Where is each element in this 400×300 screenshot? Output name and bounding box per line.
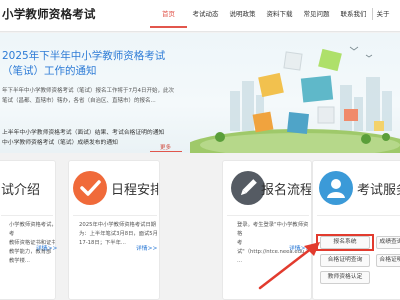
- score-query-button[interactable]: 成绩查询: [376, 236, 400, 249]
- card-schedule[interactable]: 日程安排 2025年中小学教师资格考试日期 为：上半年笔试3月8日，面试5月 1…: [68, 160, 160, 300]
- news-headline[interactable]: 2025年下半年中小学教师资格考试（笔试）工作的通知: [2, 49, 182, 79]
- card-divider: [73, 215, 157, 216]
- red-arrow-icon: [258, 242, 320, 290]
- more-link[interactable]: 更多: [160, 143, 171, 151]
- nav-contact[interactable]: 联系我们: [335, 0, 372, 28]
- nav-home[interactable]: 首页: [150, 0, 187, 28]
- news-panel: 2025年下半年中小学教师资格考试（笔试）工作的通知 年下半年中小学教师资格考试…: [0, 33, 182, 153]
- news-summary: 年下半年中小学教师资格考试（笔试）报名工作将于7月4日开始，此次笔试（昌都、直辖…: [2, 88, 175, 104]
- card-divider: [317, 215, 400, 216]
- card-title: 试介绍: [1, 183, 41, 198]
- person-icon: [319, 171, 353, 205]
- card-title: 日程安排: [111, 183, 160, 198]
- site-title[interactable]: 小学教师资格考试: [2, 6, 96, 22]
- site-header: 小学教师资格考试 首页 考试动态 说明政策 资料下载 常见问题 联系我们 关于: [0, 0, 400, 32]
- city-illustration: [190, 46, 400, 153]
- card-title: 报名流程: [261, 183, 312, 198]
- news-link[interactable]: 中小学教师资格考试（笔试）成绩发布的通知: [2, 137, 118, 146]
- detail-link-schedule[interactable]: 详情>>: [136, 243, 157, 252]
- main-nav: 首页 考试动态 说明政策 资料下载 常见问题 联系我们 关于: [150, 0, 393, 32]
- pencil-icon: [231, 171, 265, 205]
- nav-about[interactable]: 关于: [373, 0, 393, 28]
- nav-faq[interactable]: 常见问题: [298, 0, 335, 28]
- card-divider: [227, 215, 309, 216]
- news-link[interactable]: 上半年中小学教师资格考试（面试）结果、考试合格证明的通知: [2, 127, 164, 136]
- card-exam-intro[interactable]: 试介绍 小学教师资格考试，考 教师资格证书和证书 教学能力，教育部 教学楼...: [0, 160, 56, 300]
- card-divider: [1, 215, 53, 216]
- detail-link-intro[interactable]: 详情>>: [36, 243, 57, 252]
- nav-exam-news[interactable]: 考试动态: [187, 0, 224, 28]
- card-title: 考试服务: [357, 183, 400, 198]
- checkmark-icon: [73, 171, 107, 205]
- nav-policy[interactable]: 说明政策: [224, 0, 261, 28]
- certificate-button[interactable]: 合格证明: [376, 254, 400, 267]
- nav-downloads[interactable]: 资料下载: [261, 0, 298, 28]
- more-underline: [150, 151, 182, 152]
- hero-banner: 2025年下半年中小学教师资格考试（笔试）工作的通知 年下半年中小学教师资格考试…: [0, 33, 400, 153]
